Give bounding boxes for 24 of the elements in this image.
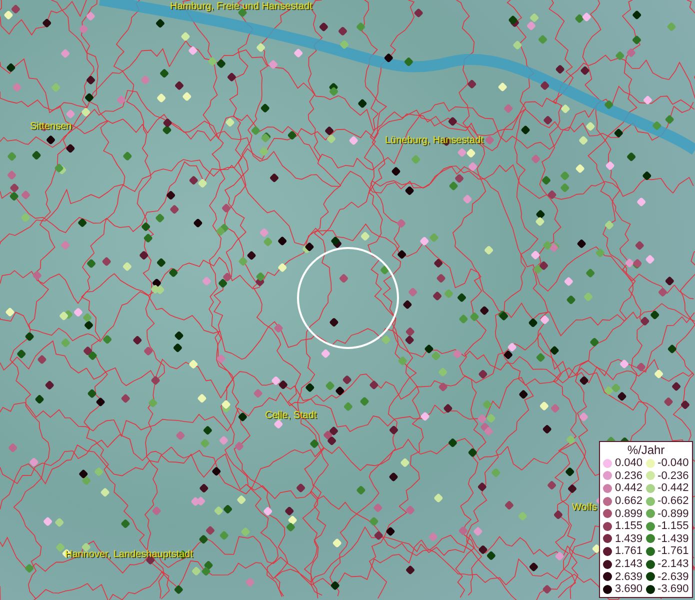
legend-value: -0.040 xyxy=(658,457,689,470)
legend-value: -2.639 xyxy=(658,570,689,583)
legend-value: -3.690 xyxy=(658,583,689,596)
legend-value: 0.899 xyxy=(615,508,643,520)
place-label: Wolfs xyxy=(572,502,597,513)
legend-value: -1.761 xyxy=(658,545,689,558)
legend-value: -2.143 xyxy=(658,558,689,570)
legend-value: -1.155 xyxy=(658,520,689,532)
legend-value: 0.662 xyxy=(615,495,643,508)
legend-value: 1.439 xyxy=(615,532,643,545)
legend-value: 1.155 xyxy=(615,520,643,532)
legend-value: 3.690 xyxy=(615,583,643,596)
legend-value: -1.439 xyxy=(658,532,689,545)
legend-value: 1.761 xyxy=(615,545,643,558)
legend-value: -0.236 xyxy=(658,470,689,482)
legend-value: -0.442 xyxy=(658,482,689,494)
legend-value: -0.899 xyxy=(658,508,689,520)
legend-value: 0.040 xyxy=(615,457,643,470)
legend-title: %/Jahr xyxy=(626,443,666,457)
legend-value: 0.442 xyxy=(615,482,643,494)
legend-value: -0.662 xyxy=(658,495,689,508)
legend-value: 2.639 xyxy=(615,570,643,583)
legend-value: 0.236 xyxy=(615,470,643,482)
legend-value: 2.143 xyxy=(615,558,643,570)
